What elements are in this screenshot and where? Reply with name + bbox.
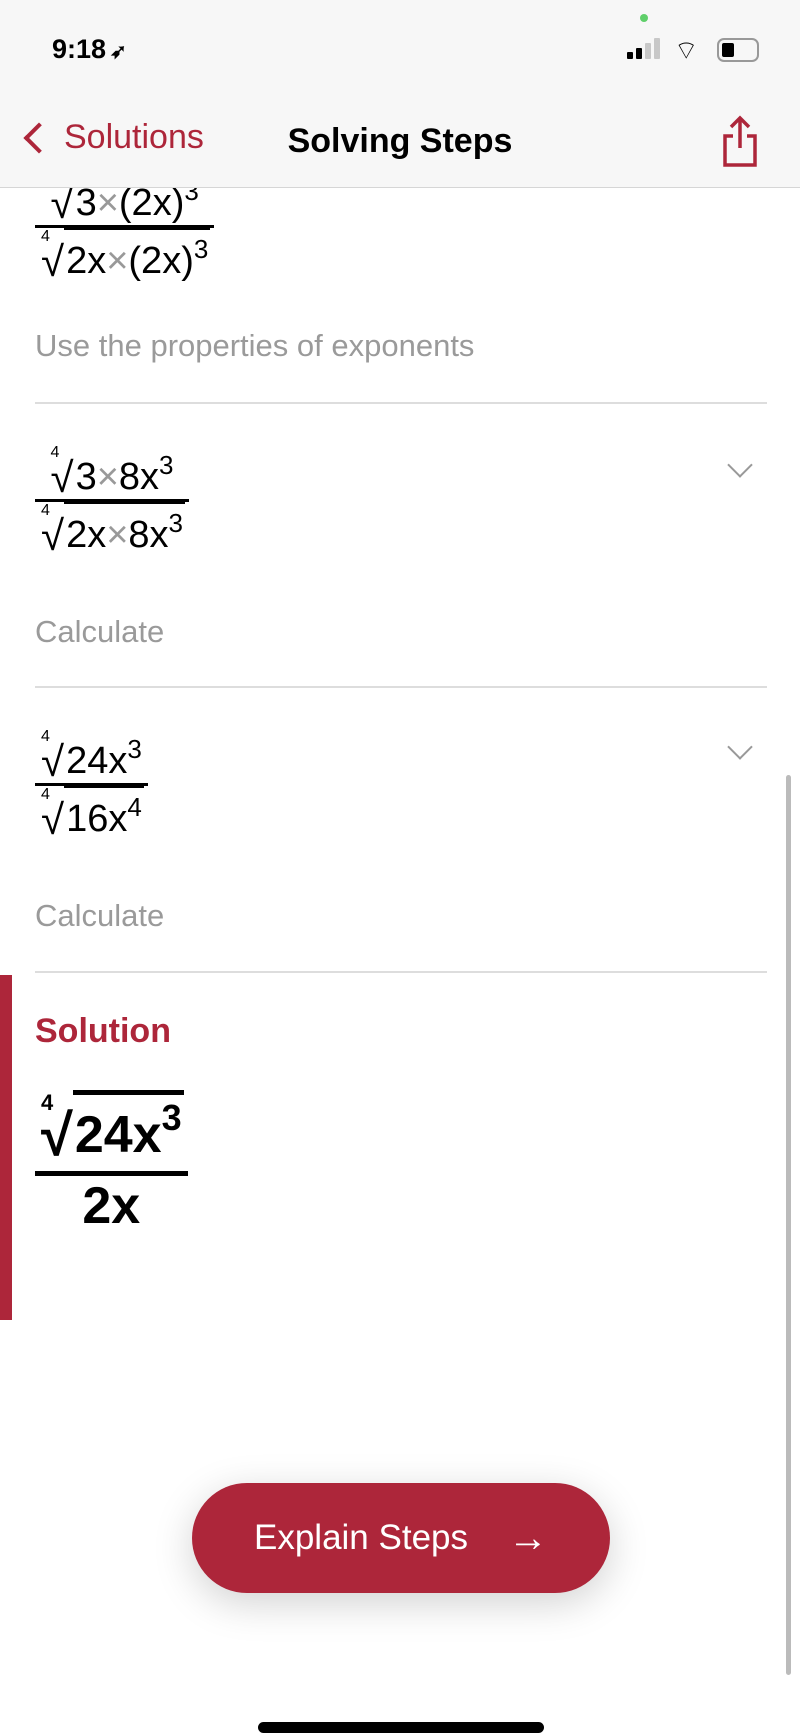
share-icon[interactable] <box>722 114 758 168</box>
step-2[interactable]: 4 √ 3 × 8x 3 4 √ 2x × 8x 3 Calculate <box>35 404 767 688</box>
scrollbar[interactable] <box>786 775 791 1675</box>
wifi-icon: ⌔ <box>674 35 699 65</box>
page-title: Solving Steps <box>287 122 513 160</box>
privacy-indicator <box>640 14 648 22</box>
step-caption: Use the properties of exponents <box>35 328 475 363</box>
step-caption: Calculate <box>35 614 165 649</box>
status-bar: 9:18 ➶ ⌔ <box>0 0 800 100</box>
battery-icon <box>717 38 759 62</box>
step-expression: 4 √ 24x 3 4 √ 16x 4 <box>35 728 148 841</box>
solution-label: Solution <box>35 1012 171 1050</box>
arrow-right-icon: → <box>508 1515 549 1560</box>
navigation-bar: Solutions Solving Steps <box>0 100 800 188</box>
clock: 9:18 ➶ <box>52 34 127 64</box>
chevron-down-icon[interactable] <box>727 452 753 478</box>
step-expression: 4 √ 3 × 8x 3 4 √ 2x × 8x 3 <box>35 444 190 557</box>
solution-accent-bar <box>0 975 12 1320</box>
chevron-down-icon[interactable] <box>727 734 753 760</box>
step-3[interactable]: 4 √ 24x 3 4 √ 16x 4 Calculate <box>35 688 767 973</box>
explain-steps-button[interactable]: Explain Steps → <box>192 1483 610 1593</box>
step-caption: Calculate <box>35 898 165 933</box>
location-arrow-icon: ➶ <box>110 41 127 63</box>
signal-icon <box>627 38 660 59</box>
step-1[interactable]: 4√3×(2x)3 4√2x×(2x)3 Use the properties … <box>35 150 767 404</box>
solution-expression: 4 √ 24x 3 2x <box>35 1090 188 1236</box>
home-indicator[interactable] <box>258 1722 544 1733</box>
